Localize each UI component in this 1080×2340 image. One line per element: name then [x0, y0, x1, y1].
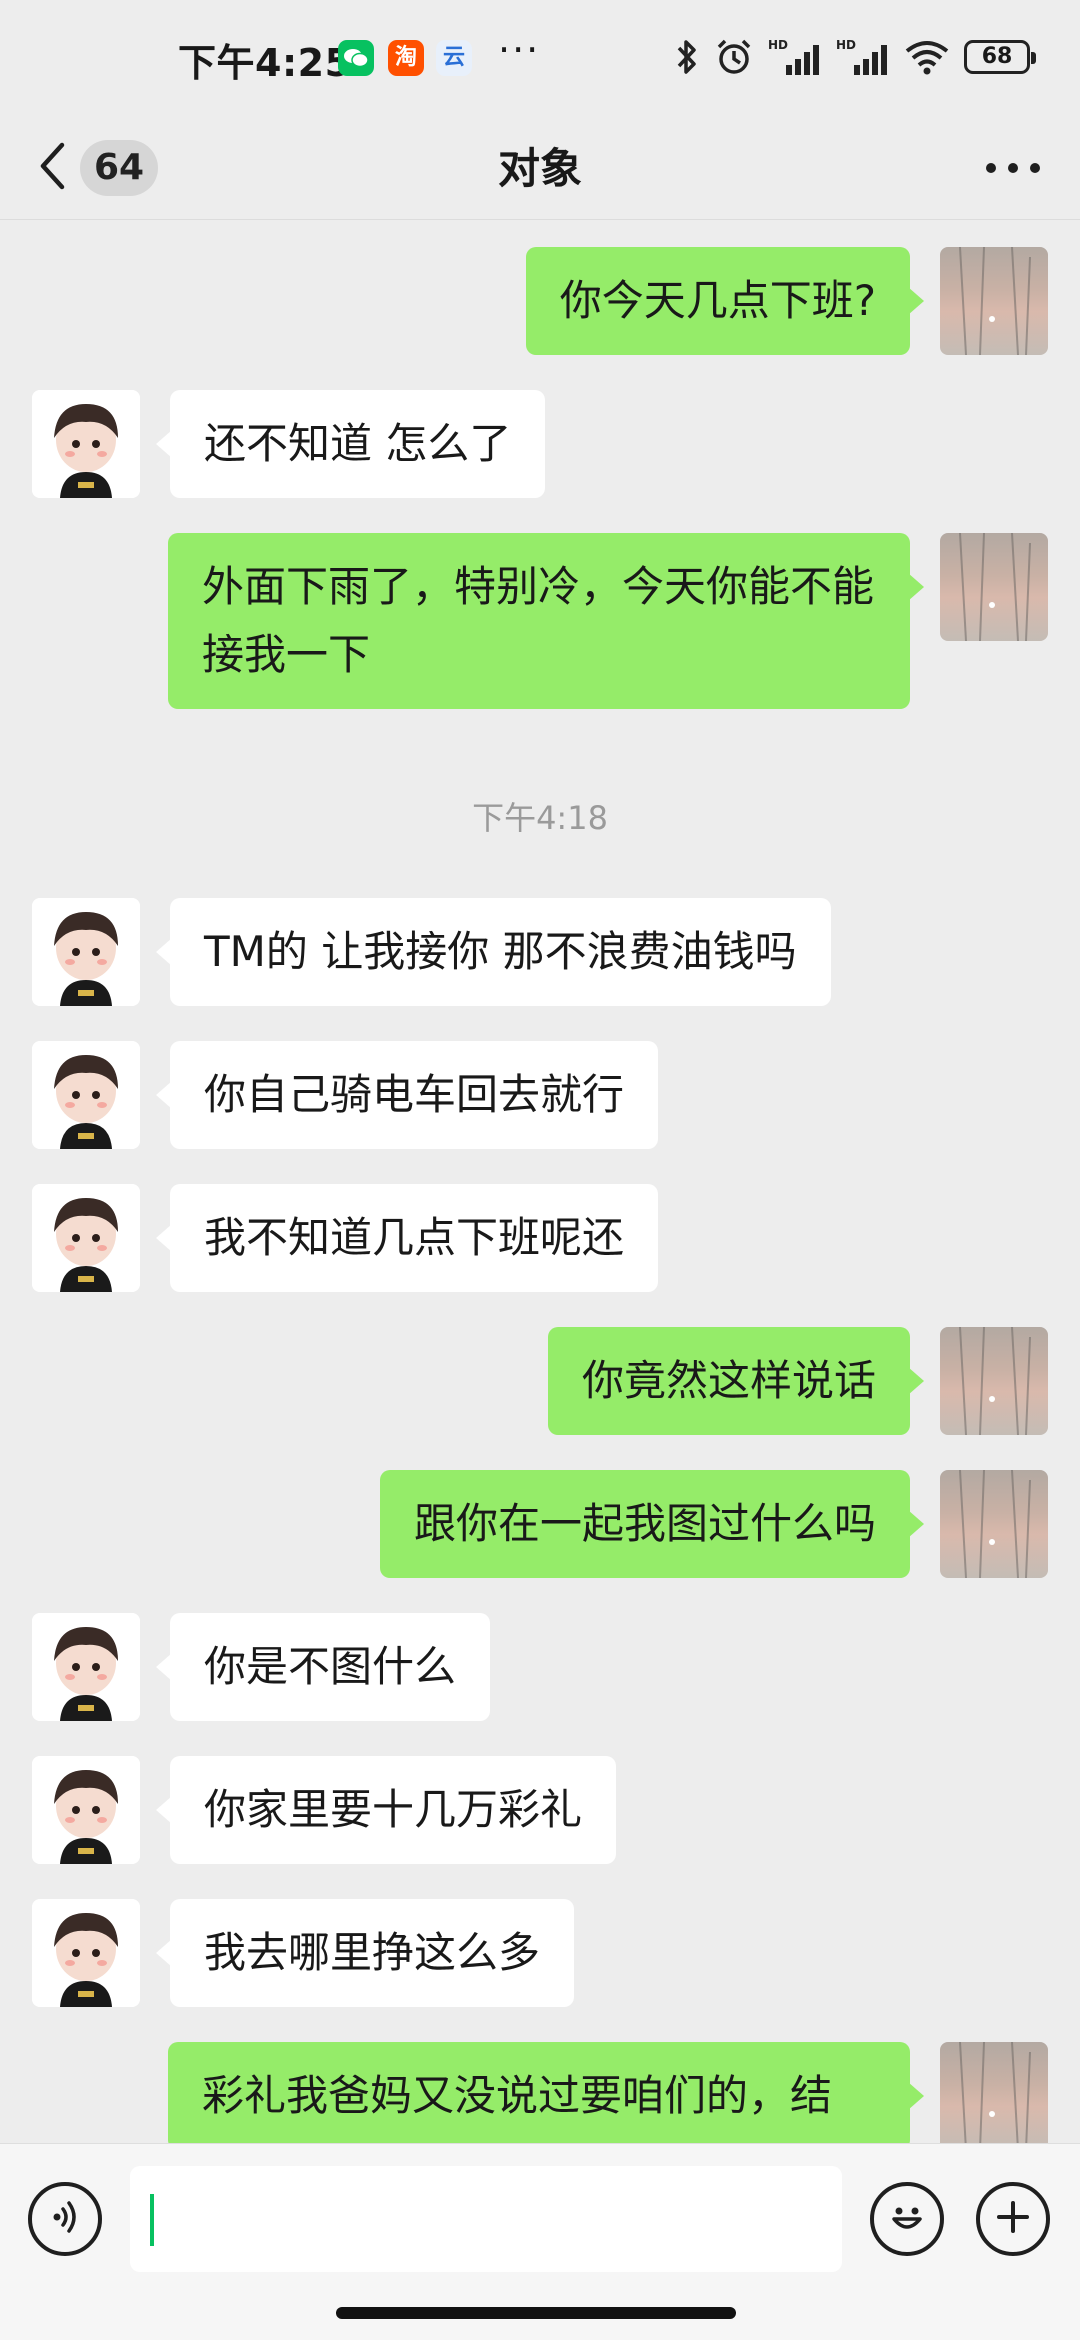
cloud-app-notification-icon: 云: [436, 40, 472, 76]
message-bubble-received[interactable]: 你自己骑电车回去就行: [155, 1041, 659, 1149]
more-functions-button[interactable]: [976, 2182, 1050, 2256]
status-overflow-dots: ···: [498, 28, 541, 72]
self-avatar[interactable]: [940, 247, 1048, 355]
alarm-icon: [714, 37, 754, 77]
home-indicator[interactable]: [336, 2307, 736, 2319]
back-button[interactable]: 64: [38, 130, 168, 206]
message-input[interactable]: [130, 2166, 842, 2272]
contact-avatar[interactable]: [32, 1613, 140, 1721]
message-bubble-sent[interactable]: 彩礼我爸妈又没说过要咱们的，结: [168, 2042, 924, 2143]
message-bubble-received[interactable]: 还不知道 怎么了: [155, 390, 546, 498]
contact-avatar[interactable]: [32, 390, 140, 498]
contact-avatar[interactable]: [32, 898, 140, 1006]
self-avatar[interactable]: [940, 2042, 1048, 2143]
wechat-notification-icon: [338, 40, 374, 76]
message-bubble-received[interactable]: TM的 让我接你 那不浪费油钱吗: [156, 898, 831, 1006]
self-avatar[interactable]: [940, 1327, 1048, 1435]
message-bubble-sent[interactable]: 你竟然这样说话: [547, 1327, 925, 1435]
svg-text:HD: HD: [836, 38, 856, 52]
message-bubble-received[interactable]: 我不知道几点下班呢还: [155, 1184, 659, 1292]
signal-hd-icon-2: HD: [836, 37, 890, 77]
contact-avatar[interactable]: [32, 1899, 140, 2007]
signal-hd-icon-1: HD: [768, 37, 822, 77]
plus-icon: [993, 2197, 1033, 2241]
battery-indicator: 68: [964, 40, 1036, 74]
contact-avatar[interactable]: [32, 1041, 140, 1149]
bluetooth-icon: [674, 37, 700, 77]
message-timestamp: 下午4:18: [472, 799, 608, 837]
self-avatar[interactable]: [940, 533, 1048, 641]
voice-input-button[interactable]: [28, 2182, 102, 2256]
message-list[interactable]: 你今天几点下班? 还不知道 怎么了 外面下雨了，特别冷，今天你能不能接我一下 下…: [0, 221, 1080, 2143]
voice-icon: [45, 2197, 85, 2241]
contact-avatar[interactable]: [32, 1184, 140, 1292]
message-bubble-sent[interactable]: 外面下雨了，特别冷，今天你能不能接我一下: [168, 533, 924, 709]
contact-avatar[interactable]: [32, 1756, 140, 1864]
wifi-icon: [904, 37, 950, 77]
self-avatar[interactable]: [940, 1470, 1048, 1578]
chat-more-button[interactable]: [978, 138, 1048, 198]
chevron-left-icon: [38, 141, 66, 195]
status-right-icons: HD HD 68: [674, 32, 1036, 82]
unread-count-badge: 64: [80, 140, 158, 196]
message-bubble-sent[interactable]: 你今天几点下班?: [525, 247, 925, 355]
svg-text:HD: HD: [768, 38, 788, 52]
text-cursor: [150, 2194, 154, 2246]
chat-header: 64 对象: [0, 118, 1080, 220]
status-bar: 下午4:25 淘 云 ··· HD HD 68: [0, 0, 1080, 118]
message-bubble-received[interactable]: 我去哪里挣这么多: [155, 1899, 575, 2007]
emoji-icon: [883, 2193, 931, 2245]
taobao-notification-icon: 淘: [388, 40, 424, 76]
message-bubble-sent[interactable]: 跟你在一起我图过什么吗: [379, 1470, 925, 1578]
emoji-button[interactable]: [870, 2182, 944, 2256]
message-bubble-received[interactable]: 你家里要十几万彩礼: [155, 1756, 617, 1864]
message-bubble-received[interactable]: 你是不图什么: [155, 1613, 491, 1721]
more-dots-icon: [985, 159, 1041, 178]
status-time: 下午4:25: [178, 41, 352, 85]
